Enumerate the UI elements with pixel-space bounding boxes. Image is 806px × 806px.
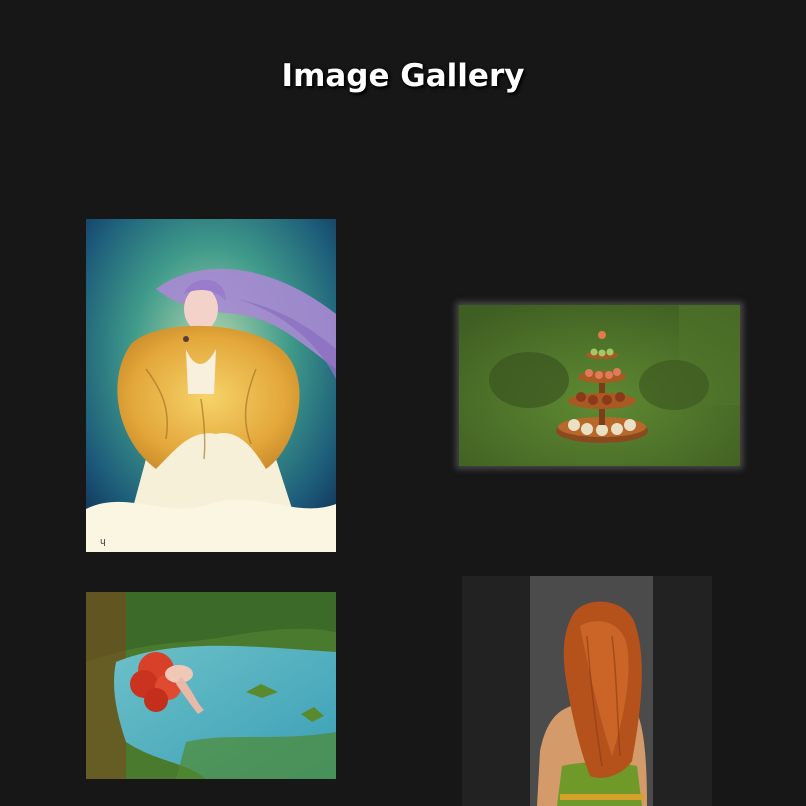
svg-text:ɥ: ɥ (100, 537, 106, 547)
cupcake-stand-image (459, 305, 740, 466)
auburn-hair-woman-image (462, 576, 712, 806)
gallery-thumbnail-mermaid-pond[interactable] (86, 592, 336, 779)
page-title: Image Gallery (281, 58, 525, 94)
gallery-page: Image Gallery ɥ (0, 0, 806, 806)
mermaid-pond-image (86, 592, 336, 779)
woman-golden-stole-image: ɥ (86, 219, 336, 552)
gallery-thumbnail-auburn-hair-woman[interactable] (462, 576, 712, 806)
gallery-thumbnail-cupcake-stand[interactable] (459, 305, 740, 466)
gallery-thumbnail-woman-golden-stole[interactable]: ɥ (86, 219, 336, 552)
